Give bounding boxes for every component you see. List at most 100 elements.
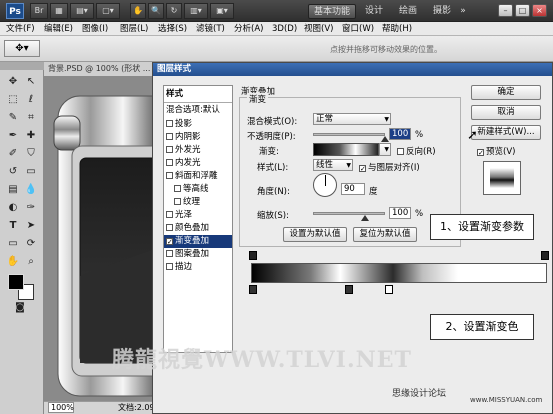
style-item-11[interactable]: 描边: [164, 261, 232, 274]
gradient-picker-dropdown[interactable]: [379, 143, 391, 156]
style-item-checkbox[interactable]: [166, 146, 173, 153]
crop-tool-icon[interactable]: ⌗: [23, 110, 39, 126]
zoom-tool-icon[interactable]: ⌕: [23, 254, 39, 270]
type-tool-icon[interactable]: T: [5, 218, 21, 234]
reset-default-button[interactable]: 复位为默认值: [353, 227, 417, 242]
opacity-input[interactable]: 100: [389, 128, 411, 140]
gradient-style-dropdown[interactable]: 线性: [313, 159, 353, 171]
align-with-layer-checkbox[interactable]: 与图层对齐(I): [359, 161, 420, 173]
direct-select-tool-icon[interactable]: ↖: [23, 74, 39, 90]
blend-options-item[interactable]: 混合选项:默认: [164, 104, 232, 117]
menu-file[interactable]: 文件(F): [6, 23, 35, 35]
style-item-4[interactable]: 斜面和浮雕: [164, 170, 232, 183]
blend-mode-dropdown[interactable]: 正常: [313, 113, 391, 125]
workspace-design[interactable]: 设计: [362, 4, 386, 19]
hand-tool-icon[interactable]: ✋: [5, 254, 21, 270]
color-stop-middle[interactable]: [345, 285, 353, 294]
scale-slider-track[interactable]: [313, 212, 385, 215]
menu-help[interactable]: 帮助(H): [382, 23, 412, 35]
new-style-button[interactable]: 新建样式(W)...: [471, 125, 541, 140]
path-select-tool-icon[interactable]: ➤: [23, 218, 39, 234]
menu-3d[interactable]: 3D(D): [272, 23, 297, 35]
style-item-checkbox[interactable]: [166, 211, 173, 218]
styles-header[interactable]: 样式: [164, 88, 232, 101]
lasso-tool-icon[interactable]: ℓ: [23, 92, 39, 108]
style-item-2[interactable]: 外发光: [164, 144, 232, 157]
pen-tool-icon[interactable]: ✑: [23, 200, 39, 216]
zoom-tool-button[interactable]: 🔍: [148, 3, 164, 19]
minimize-icon[interactable]: –: [498, 4, 513, 17]
style-item-3[interactable]: 内发光: [164, 157, 232, 170]
gradient-tool-icon[interactable]: ▤: [5, 182, 21, 198]
style-item-9[interactable]: 渐变叠加: [164, 235, 232, 248]
workspace-essentials[interactable]: 基本功能: [308, 4, 356, 19]
arrange-documents-button[interactable]: ▥▾: [184, 3, 208, 19]
make-default-button[interactable]: 设置为默认值: [283, 227, 347, 242]
view-extras-button[interactable]: ▤▾: [70, 3, 94, 19]
bridge-button[interactable]: Br: [30, 3, 48, 19]
color-stop-left[interactable]: [249, 285, 257, 294]
scale-input[interactable]: 100: [389, 207, 411, 219]
reverse-checkbox[interactable]: 反向(R): [397, 145, 436, 157]
3d-rotate-tool-icon[interactable]: ⟳: [23, 236, 39, 252]
scale-slider-thumb[interactable]: [360, 215, 369, 221]
style-item-checkbox[interactable]: [166, 224, 173, 231]
angle-dial[interactable]: [313, 173, 337, 197]
menu-filter[interactable]: 滤镜(T): [196, 23, 225, 35]
restore-icon[interactable]: □: [515, 4, 530, 17]
shape-tool-icon[interactable]: ▭: [5, 236, 21, 252]
style-item-checkbox[interactable]: [166, 133, 173, 140]
clone-stamp-tool-icon[interactable]: ⛉: [23, 146, 39, 162]
opacity-slider-track[interactable]: [313, 133, 385, 136]
quick-mask-icon[interactable]: ◙: [12, 300, 28, 316]
screen-mode-button[interactable]: ▣▾: [210, 3, 234, 19]
marquee-tool-icon[interactable]: ⬚: [5, 92, 21, 108]
cancel-button[interactable]: 取消: [471, 105, 541, 120]
zoom-level-field[interactable]: 100%: [48, 402, 74, 413]
workspace-painting[interactable]: 绘画: [396, 4, 420, 19]
brush-tool-icon[interactable]: ✐: [5, 146, 21, 162]
foreground-color-swatch-front[interactable]: [8, 274, 24, 290]
style-item-0[interactable]: 投影: [164, 118, 232, 131]
more-workspaces-button[interactable]: »: [458, 4, 468, 19]
menu-edit[interactable]: 编辑(E): [44, 23, 73, 35]
opacity-slider-thumb[interactable]: [381, 136, 389, 142]
style-item-checkbox[interactable]: [174, 185, 181, 192]
style-item-5[interactable]: 等高线: [164, 183, 232, 196]
style-item-checkbox[interactable]: [166, 120, 173, 127]
history-brush-tool-icon[interactable]: ↺: [5, 164, 21, 180]
menu-window[interactable]: 窗口(W): [342, 23, 374, 35]
rotate-view-button[interactable]: ↻: [166, 3, 182, 19]
close-icon[interactable]: ×: [532, 4, 547, 17]
dodge-tool-icon[interactable]: ◐: [5, 200, 21, 216]
style-item-8[interactable]: 颜色叠加: [164, 222, 232, 235]
quick-select-tool-icon[interactable]: ✎: [5, 110, 21, 126]
menu-image[interactable]: 图像(I): [82, 23, 108, 35]
style-item-checkbox[interactable]: [166, 172, 173, 179]
menu-analysis[interactable]: 分析(A): [234, 23, 263, 35]
workspace-photography[interactable]: 摄影: [430, 4, 454, 19]
style-item-checkbox[interactable]: [174, 198, 181, 205]
angle-input[interactable]: 90: [341, 183, 365, 195]
preview-checkbox[interactable]: 预览(V): [477, 145, 515, 157]
gradient-ramp[interactable]: [251, 263, 547, 283]
move-tool-icon[interactable]: ✥: [5, 74, 21, 90]
style-item-checkbox[interactable]: [166, 263, 173, 270]
menu-select[interactable]: 选择(S): [158, 23, 187, 35]
style-item-10[interactable]: 图案叠加: [164, 248, 232, 261]
tool-preset-picker[interactable]: ✥▾: [4, 40, 40, 57]
gradient-picker[interactable]: [313, 143, 379, 156]
style-item-checkbox[interactable]: [166, 159, 173, 166]
zoom-level-button[interactable]: ▢▾: [96, 3, 120, 19]
style-item-1[interactable]: 内阴影: [164, 131, 232, 144]
hand-tool-button[interactable]: ✋: [130, 3, 146, 19]
opacity-stop-right[interactable]: [541, 251, 549, 260]
ok-button[interactable]: 确定: [471, 85, 541, 100]
eraser-tool-icon[interactable]: ▭: [23, 164, 39, 180]
healing-brush-tool-icon[interactable]: ✚: [23, 128, 39, 144]
color-stop-right[interactable]: [385, 285, 393, 294]
style-item-checkbox[interactable]: [166, 250, 173, 257]
menu-layer[interactable]: 图层(L): [120, 23, 148, 35]
mini-bridge-button[interactable]: ▦: [50, 3, 68, 19]
menu-view[interactable]: 视图(V): [304, 23, 333, 35]
